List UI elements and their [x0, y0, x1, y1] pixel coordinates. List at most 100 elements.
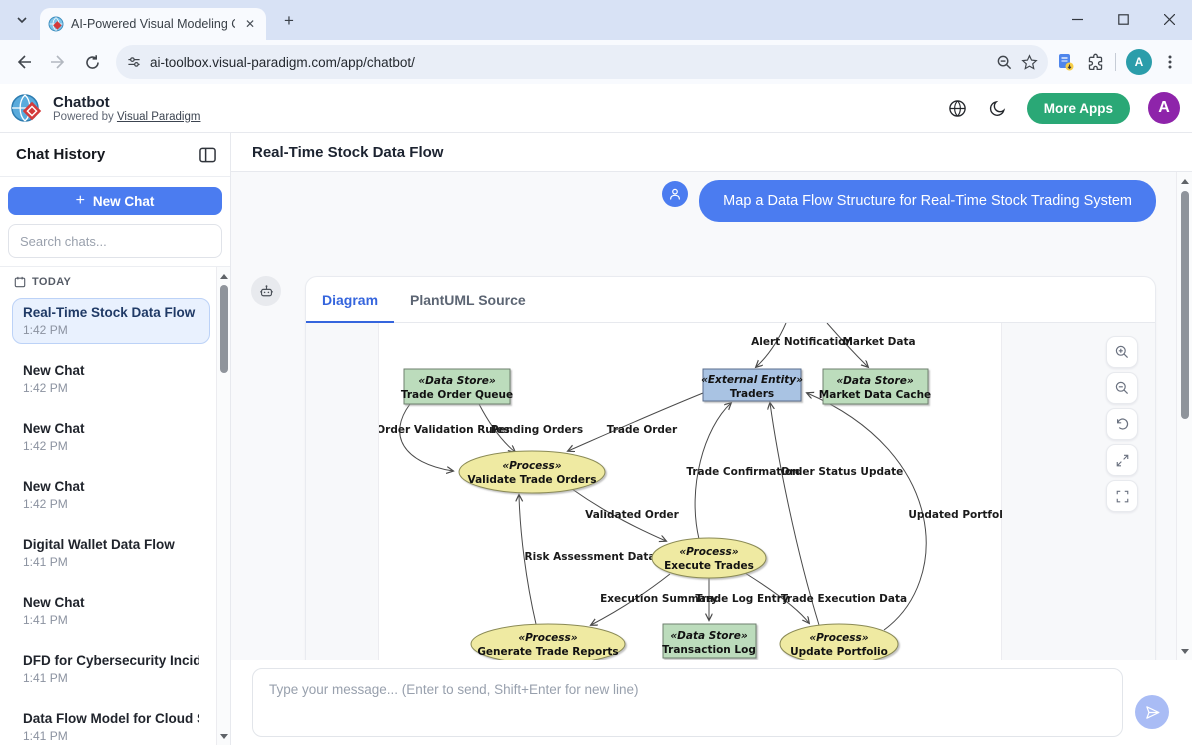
new-tab-button[interactable]: +	[276, 8, 302, 34]
diagram-viewport[interactable]: Alert Notification Market Data Order Val…	[306, 323, 1155, 660]
diagram-controls	[1106, 336, 1138, 512]
scroll-down-arrow[interactable]	[1177, 644, 1192, 658]
window-minimize-button[interactable]	[1054, 0, 1100, 38]
svg-text:«Data Store»: «Data Store»	[670, 630, 747, 642]
flow-trade-order	[568, 393, 703, 451]
visual-paradigm-logo	[8, 90, 45, 127]
chat-list-item[interactable]: DFD for Cybersecurity Incide... 1:41 PM	[12, 646, 210, 692]
user-message-row: Map a Data Flow Structure for Real-Time …	[251, 180, 1156, 222]
flow-order-validation-rules	[400, 404, 453, 471]
robot-icon	[258, 283, 275, 300]
bot-avatar	[251, 276, 281, 306]
section-today: TODAY	[14, 276, 210, 288]
chat-history-sidebar: Chat History +New Chat TODAY Real-Time S…	[0, 133, 231, 745]
favicon-visual-paradigm	[48, 16, 64, 32]
svg-text:«Process»: «Process»	[502, 460, 561, 472]
svg-text:«Data Store»: «Data Store»	[836, 375, 913, 387]
address-bar[interactable]: ai-toolbox.visual-paradigm.com/app/chatb…	[116, 45, 1048, 79]
flow-label: Trade Log Entry	[695, 593, 788, 605]
visual-paradigm-link[interactable]: Visual Paradigm	[117, 111, 201, 123]
back-icon	[15, 53, 33, 71]
chat-list-item[interactable]: Digital Wallet Data Flow 1:41 PM	[12, 530, 210, 576]
zoom-in-button[interactable]	[1106, 336, 1138, 368]
message-input[interactable]	[252, 668, 1123, 737]
url-text[interactable]: ai-toolbox.visual-paradigm.com/app/chatb…	[150, 55, 988, 70]
chat-list-item[interactable]: Data Flow Model for Cloud S... 1:41 PM	[12, 704, 210, 745]
extensions-puzzle-icon[interactable]	[1086, 53, 1105, 72]
chat-list-item[interactable]: New Chat 1:41 PM	[12, 588, 210, 634]
scrollbar-thumb[interactable]	[1181, 191, 1189, 419]
send-button[interactable]	[1135, 695, 1169, 729]
reset-view-button[interactable]	[1106, 408, 1138, 440]
reload-button[interactable]	[76, 46, 108, 78]
dark-mode-moon-icon[interactable]	[987, 97, 1009, 119]
scroll-up-arrow[interactable]	[217, 269, 230, 283]
reset-rotate-icon	[1114, 416, 1130, 432]
svg-text:Market Data Cache: Market Data Cache	[819, 389, 931, 401]
svg-text:«Data Store»: «Data Store»	[418, 375, 495, 387]
app-header: Chatbot Powered by Visual Paradigm More …	[0, 84, 1192, 133]
flow-label: Updated Portfolio	[908, 509, 1003, 521]
browser-menu-icon[interactable]	[1162, 54, 1178, 70]
chat-list-item[interactable]: Real-Time Stock Data Flow 1:42 PM	[12, 298, 210, 344]
chat-list-item[interactable]: New Chat 1:42 PM	[12, 356, 210, 402]
plus-icon: +	[76, 192, 85, 210]
window-maximize-button[interactable]	[1100, 0, 1146, 38]
expand-button[interactable]	[1106, 444, 1138, 476]
svg-text:Update Portfolio: Update Portfolio	[790, 646, 888, 658]
send-icon	[1144, 704, 1161, 721]
tab-diagram[interactable]: Diagram	[306, 280, 394, 323]
calendar-icon	[14, 276, 26, 288]
fullscreen-icon	[1115, 489, 1130, 504]
zoom-indicator-icon[interactable]	[996, 54, 1013, 71]
chat-list-item[interactable]: New Chat 1:42 PM	[12, 414, 210, 460]
scroll-down-arrow[interactable]	[217, 729, 230, 743]
diagram-card: Diagram PlantUML Source	[305, 276, 1156, 660]
flow-label: Pending Orders	[491, 424, 583, 436]
assistant-row: Diagram PlantUML Source	[251, 276, 1156, 660]
bookmark-star-icon[interactable]	[1021, 54, 1038, 71]
chevron-down-icon	[16, 14, 28, 26]
zoom-in-icon	[1114, 344, 1130, 360]
svg-text:Traders: Traders	[730, 388, 774, 400]
site-settings-icon[interactable]	[126, 54, 142, 70]
zoom-out-button[interactable]	[1106, 372, 1138, 404]
more-apps-button[interactable]: More Apps	[1027, 93, 1130, 124]
browser-tab[interactable]: AI-Powered Visual Modeling Ch ✕	[40, 8, 266, 40]
flow-label: Validated Order	[585, 509, 679, 521]
forward-button[interactable]	[42, 46, 74, 78]
extension-doc-icon[interactable]	[1056, 52, 1076, 72]
sidebar-scrollbar[interactable]	[216, 267, 230, 745]
chat-list-item[interactable]: New Chat 1:42 PM	[12, 472, 210, 518]
tab-title: AI-Powered Visual Modeling Ch	[71, 17, 235, 31]
svg-text:Trade Order Queue: Trade Order Queue	[401, 389, 513, 401]
svg-text:«External Entity»: «External Entity»	[701, 374, 803, 386]
expand-icon	[1115, 453, 1130, 468]
collapse-panel-icon[interactable]	[199, 147, 216, 163]
language-globe-icon[interactable]	[947, 97, 969, 119]
window-close-button[interactable]	[1146, 0, 1192, 38]
tab-plantuml-source[interactable]: PlantUML Source	[394, 280, 542, 323]
chat-area: Map a Data Flow Structure for Real-Time …	[231, 172, 1192, 660]
flow-label: Trade Execution Data	[781, 593, 907, 605]
scroll-up-arrow[interactable]	[1177, 174, 1192, 188]
node-execute-trades[interactable]	[652, 538, 766, 578]
tab-close-icon[interactable]: ✕	[242, 16, 258, 32]
svg-text:Generate Trade Reports: Generate Trade Reports	[477, 646, 618, 658]
fullscreen-button[interactable]	[1106, 480, 1138, 512]
user-chat-avatar	[662, 181, 688, 207]
node-validate-trade-orders[interactable]	[459, 451, 605, 493]
diagram-canvas[interactable]: Alert Notification Market Data Order Val…	[378, 323, 1002, 660]
new-chat-button[interactable]: +New Chat	[8, 187, 222, 215]
user-message-bubble: Map a Data Flow Structure for Real-Time …	[699, 180, 1156, 222]
person-icon	[667, 186, 683, 202]
tab-search-button[interactable]	[8, 8, 36, 32]
chat-scrollbar[interactable]	[1176, 172, 1192, 660]
scrollbar-thumb[interactable]	[220, 285, 228, 373]
search-chats-input[interactable]	[8, 224, 222, 258]
flow-order-status-update	[770, 403, 819, 625]
browser-profile-avatar[interactable]: A	[1126, 49, 1152, 75]
back-button[interactable]	[8, 46, 40, 78]
sidebar-title: Chat History	[16, 146, 105, 163]
user-avatar-badge[interactable]: A	[1148, 92, 1180, 124]
